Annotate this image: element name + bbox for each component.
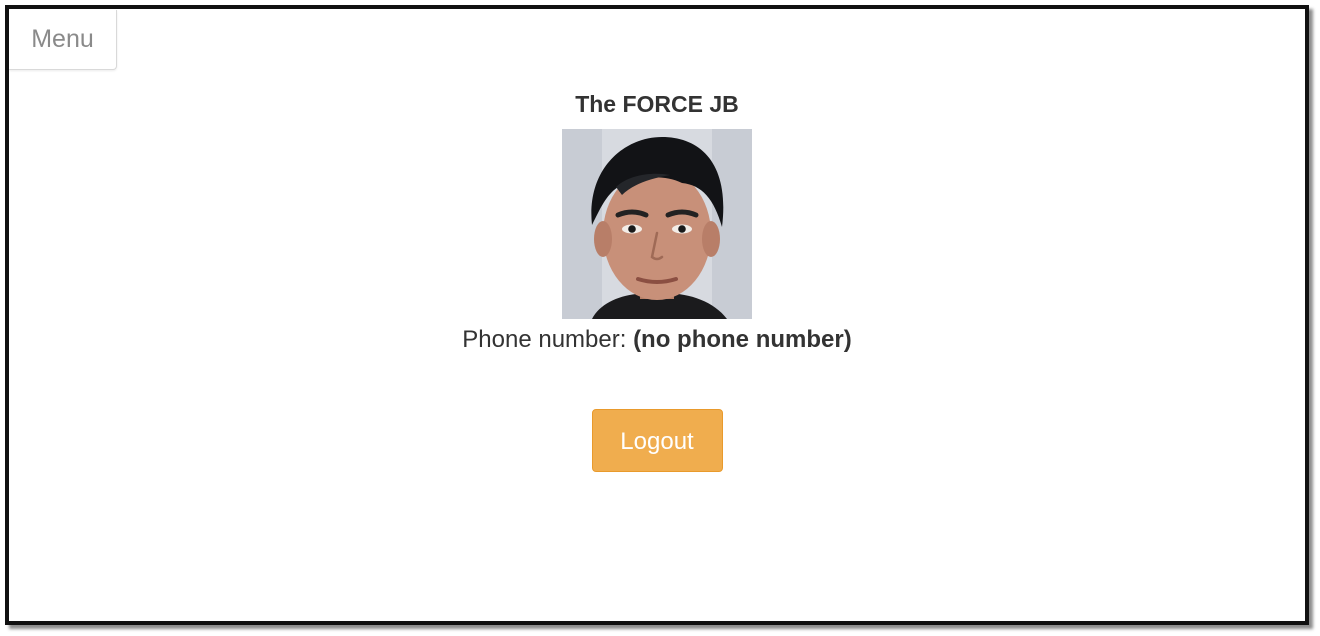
phone-value: (no phone number): [633, 326, 852, 353]
logout-button[interactable]: Logout: [591, 409, 723, 472]
menu-button[interactable]: Menu: [9, 10, 117, 70]
phone-label: Phone number:: [462, 326, 627, 353]
profile-panel: The FORCE JB Phone number: (no phone num…: [9, 87, 1305, 472]
profile-photo: [562, 129, 752, 319]
app-window: Menu The FORCE JB Phone number: (no phon…: [5, 5, 1309, 625]
profile-name: The FORCE JB: [575, 91, 739, 117]
phone-line: Phone number: (no phone number): [9, 321, 1305, 359]
